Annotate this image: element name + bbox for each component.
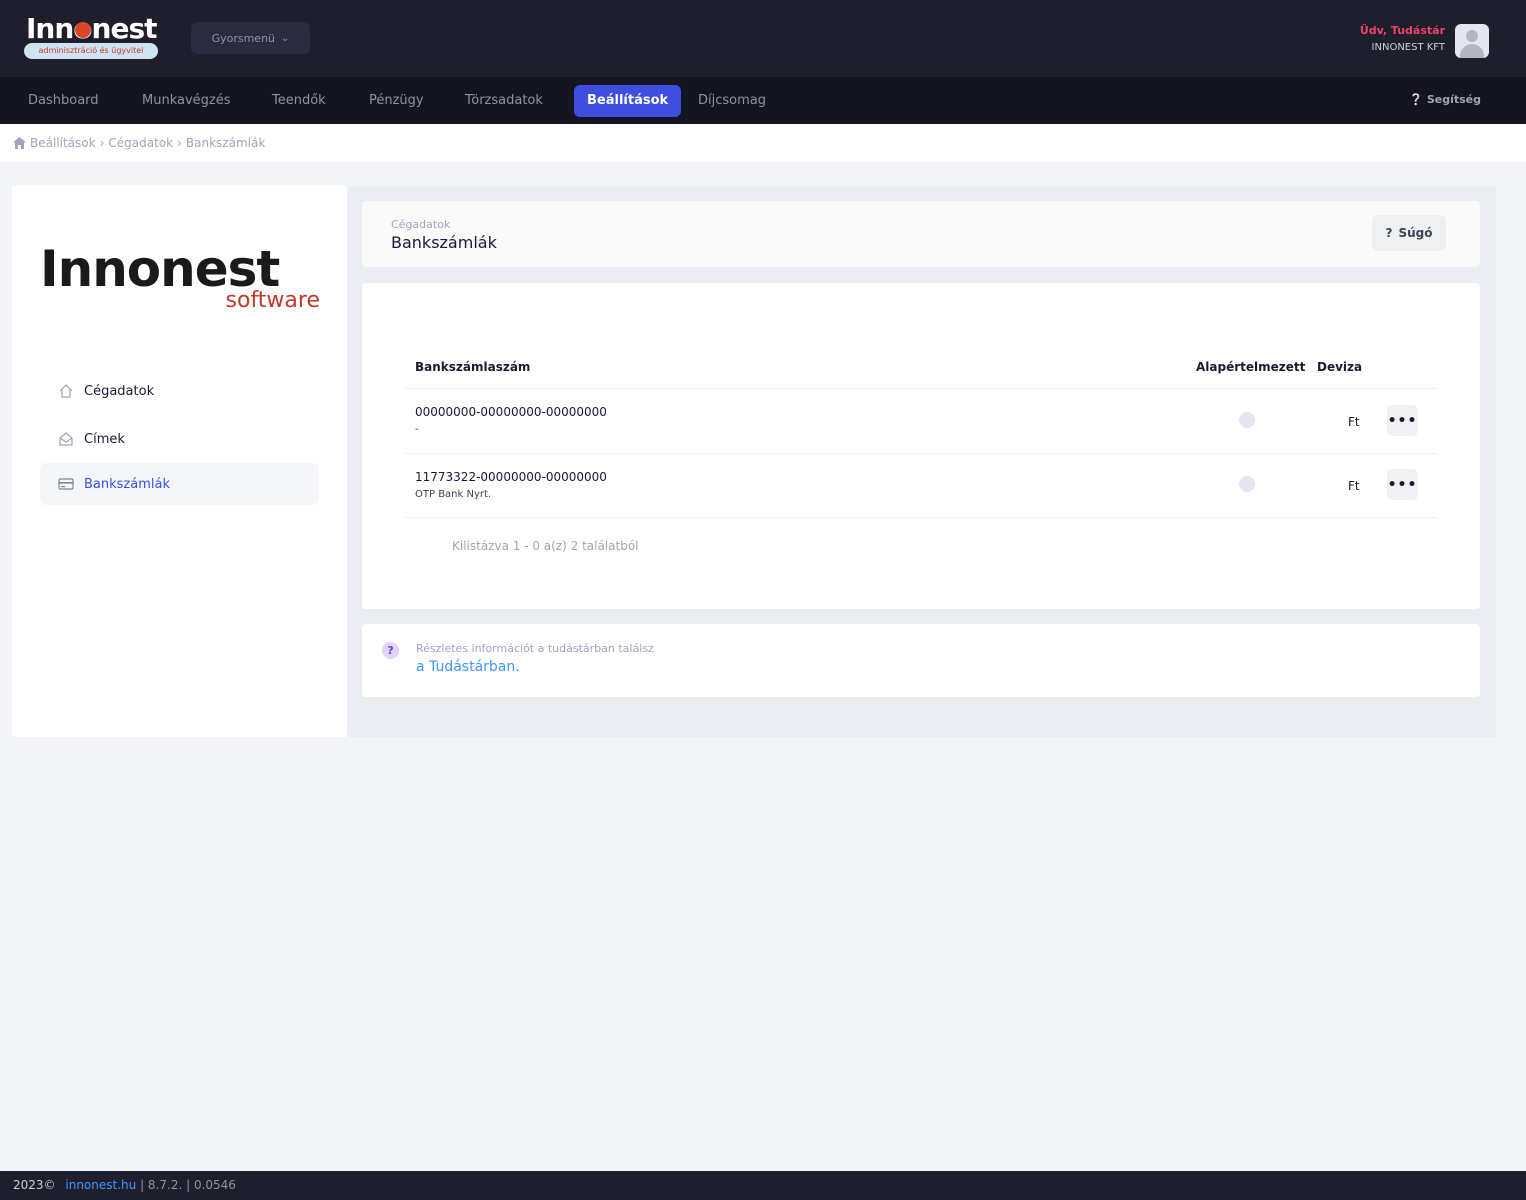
- sidebar-item-label: Bankszámlák: [84, 476, 170, 492]
- credit-card-icon: [58, 478, 74, 490]
- nav-beallitasok[interactable]: Beállítások: [574, 85, 682, 117]
- info-text: Részletes információt a tudástárban talá…: [416, 642, 654, 655]
- main-nav: Dashboard Munkavégzés Teendők Pénzügy Tö…: [0, 77, 1526, 124]
- breadcrumb-bar: Beállítások › Cégadatok › Bankszámlák: [0, 124, 1526, 162]
- user-greeting: Üdv, Tudástár: [1359, 24, 1445, 37]
- nav-munkavegzes[interactable]: Munkavégzés: [129, 85, 244, 117]
- nav-dijcsomag[interactable]: Díjcsomag: [685, 85, 779, 117]
- avatar-head-icon: [1466, 30, 1478, 42]
- quick-menu-label: Gyorsmenü: [211, 31, 276, 45]
- company-logo-software: software: [225, 288, 320, 313]
- chevron-down-icon: ⌄: [281, 32, 290, 44]
- bank-name: -: [415, 424, 419, 435]
- page-header-card: Cégadatok Bankszámlák: [362, 201, 1480, 267]
- mail-icon: [59, 432, 73, 446]
- default-radio[interactable]: [1239, 412, 1255, 428]
- row-actions-button[interactable]: •••: [1387, 469, 1418, 500]
- breadcrumb: Beállítások › Cégadatok › Bankszámlák: [13, 136, 265, 150]
- account-number: 00000000-00000000-00000000: [415, 405, 607, 419]
- question-icon: ?: [1385, 226, 1393, 240]
- footer-year: 2023©: [13, 1178, 56, 1192]
- row-divider: [405, 453, 1437, 454]
- nav-dashboard[interactable]: Dashboard: [15, 85, 112, 117]
- company-logo: Innonest software: [40, 241, 322, 319]
- nav-torzsadatok[interactable]: Törzsadatok: [452, 85, 556, 117]
- row-divider: [405, 517, 1437, 518]
- column-header-account[interactable]: Bankszámlaszám: [415, 360, 530, 374]
- question-badge-icon: ?: [382, 642, 399, 659]
- footer-site-link[interactable]: innonest.hu: [65, 1178, 136, 1192]
- currency: Ft: [1348, 479, 1360, 493]
- header-divider: [405, 388, 1437, 389]
- sidebar-item-cimek[interactable]: Címek: [40, 418, 319, 460]
- pagination-info: Kilistázva 1 - 0 a(z) 2 találatból: [452, 539, 639, 553]
- breadcrumb-item[interactable]: Cégadatok: [108, 136, 173, 150]
- page-title: Bankszámlák: [391, 233, 497, 252]
- sidebar-item-bankszamlak[interactable]: Bankszámlák: [40, 463, 319, 505]
- column-header-default[interactable]: Alapértelmezett: [1196, 360, 1305, 374]
- breadcrumb-item[interactable]: Beállítások: [30, 136, 96, 150]
- nav-teendok[interactable]: Teendők: [259, 85, 339, 117]
- logo-ladybug-icon: [75, 22, 91, 38]
- user-company: INNONEST KFT: [1371, 42, 1445, 53]
- logo-subtitle: adminisztráció és ügyvitel: [24, 43, 158, 59]
- sidebar-item-cegadatok[interactable]: Cégadatok: [40, 370, 319, 412]
- avatar[interactable]: [1455, 24, 1489, 58]
- footer: 2023© innonest.hu | 8.7.2. | 0.0546: [0, 1171, 1526, 1200]
- user-info[interactable]: Üdv, Tudástár INNONEST KFT: [1360, 24, 1445, 53]
- settings-sidebar: Innonest software Cégadatok Címek Banksz…: [12, 185, 347, 737]
- app-logo[interactable]: Innonest adminisztráció és ügyvitel: [22, 12, 160, 64]
- default-radio[interactable]: [1239, 476, 1255, 492]
- footer-version: | 8.7.2. | 0.0546: [140, 1178, 236, 1192]
- help-button[interactable]: ? Súgó: [1372, 215, 1446, 251]
- quick-menu-button[interactable]: Gyorsmenü ⌄: [191, 22, 310, 54]
- knowledge-base-link[interactable]: a Tudástárban.: [416, 659, 520, 675]
- page-subtitle: Cégadatok: [391, 218, 451, 231]
- home-icon[interactable]: [13, 137, 26, 149]
- more-dots-icon: •••: [1387, 476, 1418, 493]
- breadcrumb-separator-icon: ›: [99, 136, 105, 150]
- question-circle-icon: ❔: [1409, 93, 1423, 106]
- help-label: Segítség: [1426, 93, 1481, 106]
- sidebar-item-label: Cégadatok: [84, 383, 155, 399]
- bank-name: OTP Bank Nyrt.: [415, 489, 492, 500]
- account-number: 11773322-00000000-00000000: [415, 470, 607, 484]
- avatar-body-icon: [1460, 44, 1484, 58]
- breadcrumb-current: Bankszámlák: [185, 136, 266, 150]
- column-header-currency[interactable]: Deviza: [1317, 360, 1362, 374]
- breadcrumb-separator-icon: ›: [177, 136, 182, 150]
- logo-text: Innonest: [26, 12, 157, 45]
- row-actions-button[interactable]: •••: [1387, 405, 1418, 436]
- nav-penzugy[interactable]: Pénzügy: [356, 85, 437, 117]
- currency: Ft: [1348, 415, 1360, 429]
- top-header: Innonest adminisztráció és ügyvitel Gyor…: [0, 0, 1526, 77]
- help-button-label: Súgó: [1398, 226, 1433, 240]
- info-card: ? Részletes információt a tudástárban ta…: [362, 624, 1480, 697]
- help-link[interactable]: ❔ Segítség: [1409, 93, 1481, 106]
- more-dots-icon: •••: [1387, 412, 1418, 429]
- home-icon: [59, 384, 73, 398]
- sidebar-item-label: Címek: [84, 431, 125, 447]
- bank-accounts-table: Bankszámlaszám Alapértelmezett Deviza 00…: [362, 283, 1480, 609]
